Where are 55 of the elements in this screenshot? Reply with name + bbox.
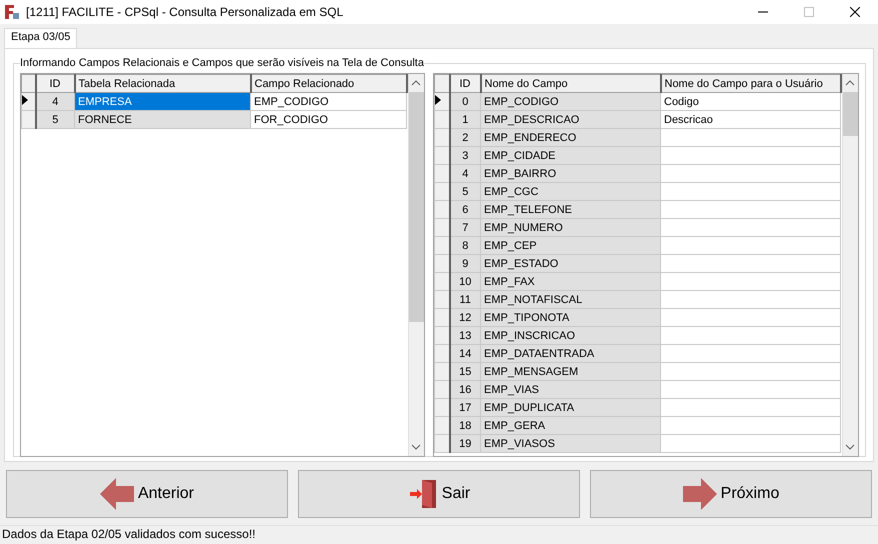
scroll-thumb[interactable] [842,92,858,136]
table-cell: EMP_DESCRICAO [480,110,660,128]
table-cell: EMP_BAIRRO [480,164,660,182]
column-header[interactable]: ID [450,74,480,92]
column-header[interactable]: Nome do Campo [480,74,660,92]
table-cell: Codigo [660,92,840,110]
table-cell: EMPRESA [74,92,250,110]
table-cell: EMP_VIASOS [480,434,660,452]
table-cell: EMP_CGC [480,182,660,200]
scrollbar[interactable] [408,74,424,456]
table-cell: EMP_TELEFONE [480,200,660,218]
row-indicator[interactable] [22,92,36,110]
column-header[interactable]: Tabela Relacionada [74,74,250,92]
app-icon [4,4,20,20]
table-cell: EMP_ESTADO [480,254,660,272]
table-cell: EMP_FAX [480,272,660,290]
scrollbar[interactable] [842,74,858,456]
left-arrow-icon [100,478,134,510]
table-cell: EMP_INSCRICAO [480,326,660,344]
row-pointer-icon [435,95,441,105]
exit-button[interactable]: Sair [298,470,580,518]
tab[interactable]: Etapa 03/05 [4,28,78,48]
table-cell: FOR_CODIGO [250,110,406,128]
group-title: Informando Campos Relacionais e Campos que serão visíveis na Tela de Consulta [20,57,424,69]
previous-button[interactable]: Anterior [6,470,288,518]
table-cell: EMP_NUMERO [480,218,660,236]
table-cell: EMP_NOTAFISCAL [480,290,660,308]
close-icon [850,7,860,17]
column-header[interactable]: Nome do Campo para o Usuário [660,74,840,92]
table-cell: EMP_VIAS [480,380,660,398]
maximize-icon [804,7,814,17]
status-bar: Dados da Etapa 02/05 validados com sucesso!! [0,525,878,543]
column-header[interactable]: Campo Relacionado [250,74,406,92]
row-indicator[interactable] [434,92,450,110]
table-cell: EMP_CIDADE [480,146,660,164]
table-cell: Descricao [660,110,840,128]
row-pointer-icon [22,95,28,105]
table-cell: EMP_MENSAGEM [480,362,660,380]
window-title: [1211] FACILITE - CPSql - Consulta Personalizada em SQL [26,5,344,19]
table-cell: EMP_CEP [480,236,660,254]
table-cell: EMP_CODIGO [480,92,660,110]
column-header[interactable]: ID [36,74,74,92]
table-cell: EMP_ENDERECO [480,128,660,146]
door-exit-icon [408,479,438,509]
right-arrow-icon [682,478,717,510]
table-cell: 4 [36,92,74,110]
next-button[interactable]: Próximo [590,470,872,518]
scroll-thumb[interactable] [408,92,424,322]
table-cell: EMP_GERA [480,416,660,434]
table-cell: EMP_CODIGO [250,92,406,110]
table-cell: FORNECE [74,110,250,128]
table-cell: EMP_DATAENTRADA [480,344,660,362]
table-cell: EMP_DUPLICATA [480,398,660,416]
table-cell: EMP_TIPONOTA [480,308,660,326]
table-cell: 5 [36,110,74,128]
